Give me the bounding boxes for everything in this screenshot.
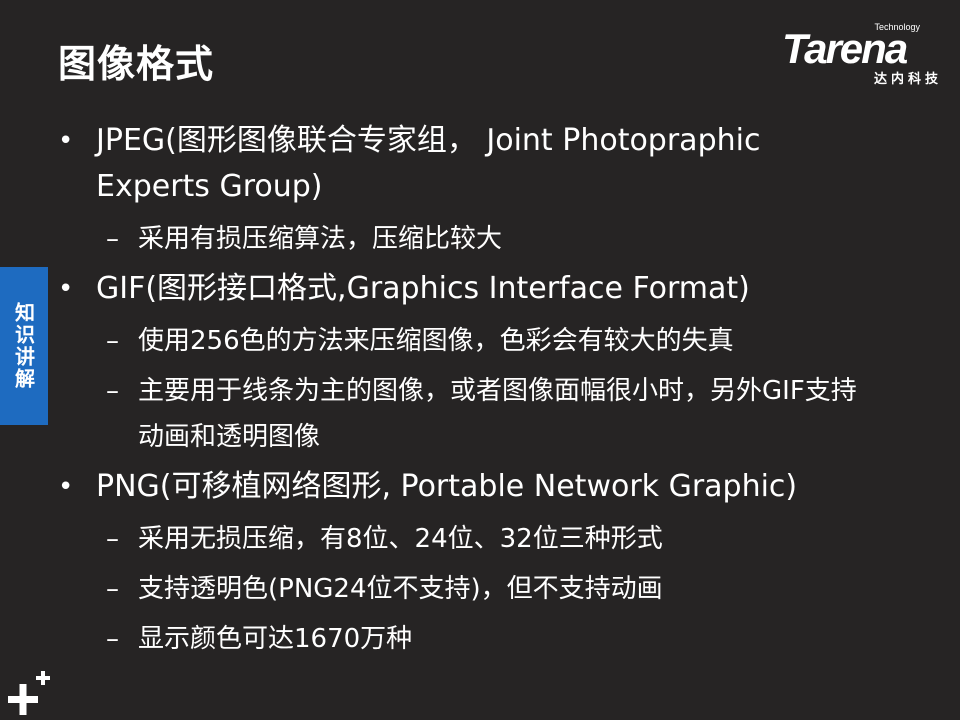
bullet-marker: • — [58, 472, 74, 502]
tarena-logo: Technology Tarena 达内科技 — [778, 22, 946, 87]
sub-bullet-item: – 采用无损压缩，有8位、24位、32位三种形式 — [58, 516, 858, 562]
bullet-item: • GIF(图形接口格式,Graphics Interface Format) — [58, 266, 858, 312]
side-tab-label: 知识讲解 — [11, 302, 36, 390]
sub-bullet-marker: – — [106, 624, 119, 654]
sub-bullet-marker: – — [106, 376, 119, 406]
bullet-text: GIF(图形接口格式,Graphics Interface Format) — [96, 271, 750, 306]
bullet-marker: • — [58, 274, 74, 304]
sub-bullet-item: – 显示颜色可达1670万种 — [58, 616, 858, 662]
sub-bullet-item: – 支持透明色(PNG24位不支持)，但不支持动画 — [58, 566, 858, 612]
bullet-list: • JPEG(图形图像联合专家组， Joint Photopraphic Exp… — [58, 118, 858, 666]
sub-bullet-text: 支持透明色(PNG24位不支持)，但不支持动画 — [138, 574, 663, 604]
logo-chinese: 达内科技 — [873, 72, 942, 87]
bullet-marker: • — [58, 126, 74, 156]
sub-bullet-text: 采用无损压缩，有8位、24位、32位三种形式 — [138, 524, 663, 554]
logo-wordmark: Tarena — [782, 25, 908, 72]
bullet-item: • JPEG(图形图像联合专家组， Joint Photopraphic Exp… — [58, 118, 858, 210]
sub-bullet-marker: – — [106, 574, 119, 604]
sub-bullet-text: 采用有损压缩算法，压缩比较大 — [138, 224, 503, 254]
side-tab-knowledge: 知识讲解 — [0, 267, 48, 425]
sub-bullet-marker: – — [106, 326, 119, 356]
bullet-text: PNG(可移植网络图形, Portable Network Graphic) — [96, 469, 798, 504]
sub-bullet-item: – 主要用于线条为主的图像，或者图像面幅很小时，另外GIF支持动画和透明图像 — [58, 368, 858, 460]
sub-bullet-marker: – — [106, 524, 119, 554]
plus-mark-icon — [8, 671, 50, 715]
bullet-text: JPEG(图形图像联合专家组， Joint Photopraphic Exper… — [96, 123, 761, 204]
sub-bullet-item: – 使用256色的方法来压缩图像，色彩会有较大的失真 — [58, 318, 858, 364]
sub-bullet-marker: – — [106, 224, 119, 254]
sub-bullet-text: 使用256色的方法来压缩图像，色彩会有较大的失真 — [138, 326, 734, 356]
slide-title: 图像格式 — [58, 42, 215, 86]
bullet-item: • PNG(可移植网络图形, Portable Network Graphic) — [58, 464, 858, 510]
sub-bullet-text: 主要用于线条为主的图像，或者图像面幅很小时，另外GIF支持动画和透明图像 — [138, 376, 857, 452]
sub-bullet-item: – 采用有损压缩算法，压缩比较大 — [58, 216, 858, 262]
sub-bullet-text: 显示颜色可达1670万种 — [138, 624, 413, 654]
